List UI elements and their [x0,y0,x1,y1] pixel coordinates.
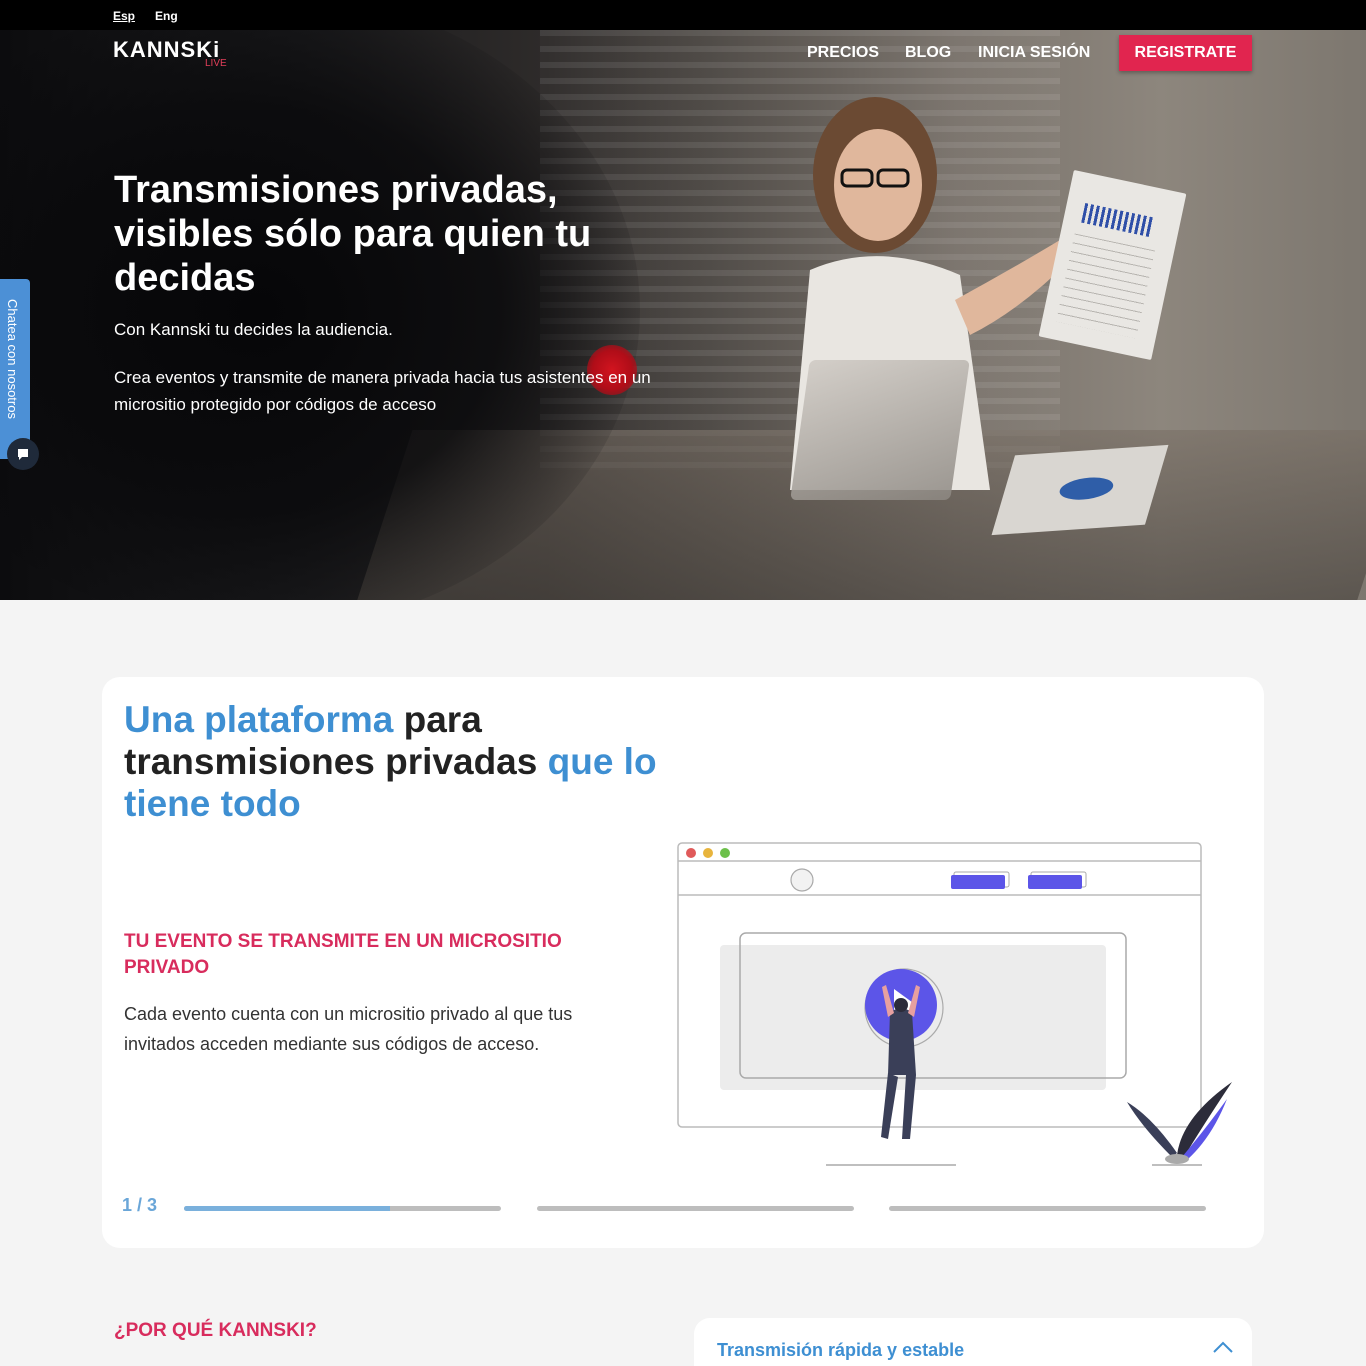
nav-login[interactable]: INICIA SESIÓN [978,44,1090,62]
accordion-title: Transmisión rápida y estable [717,1340,965,1360]
nav-precios[interactable]: PRECIOS [807,44,879,62]
nav-blog[interactable]: BLOG [905,44,951,62]
feature-description: Cada evento cuenta con un micrositio pri… [124,1004,573,1054]
chat-bubble-icon[interactable] [7,438,39,470]
card-title-highlight-1: Una plataforma [124,699,394,740]
hero-title: Transmisiones privadas, visibles sólo pa… [114,169,592,299]
card-title: Una plataforma para transmisiones privad… [124,699,684,825]
hero-description: Crea eventos y transmite de manera priva… [114,368,651,414]
kannski-logo[interactable]: KANNSKi LIVE [113,37,227,69]
chat-tab-label: Chatea con nosotros [5,299,20,419]
slide-progress-3[interactable] [889,1206,1206,1211]
register-button[interactable]: REGISTRATE [1119,35,1252,71]
chevron-up-icon [1213,1341,1233,1353]
lang-spanish[interactable]: Esp [113,9,135,23]
lang-english[interactable]: Eng [155,9,178,23]
feature-title: TU EVENTO SE TRANSMITE EN UN MICROSITIO … [124,931,562,978]
slide-counter: 1 / 3 [122,1195,158,1215]
hero-chart-document [991,444,1169,536]
language-bar: Esp Eng [0,0,1366,30]
logo-subtext: LIVE [205,58,227,69]
hero-section [0,30,1366,600]
why-kannski-title: ¿POR QUÉ KANNSKI? [114,1320,317,1341]
feature-card: Una plataforma para transmisiones privad… [102,677,1264,1248]
slide-progress-2[interactable] [537,1206,854,1211]
slide-progress-1-fill [184,1206,391,1211]
chat-tab[interactable]: Chatea con nosotros [0,279,30,459]
slide-progress-1[interactable] [184,1206,501,1211]
hero-laptop [790,360,970,500]
microsite-illustration [677,842,1232,1166]
hero-camera-blur [0,30,640,600]
hero-subtitle: Con Kannski tu decides la audiencia. [114,320,393,339]
accordion-transmision[interactable]: Transmisión rápida y estable [694,1318,1252,1366]
